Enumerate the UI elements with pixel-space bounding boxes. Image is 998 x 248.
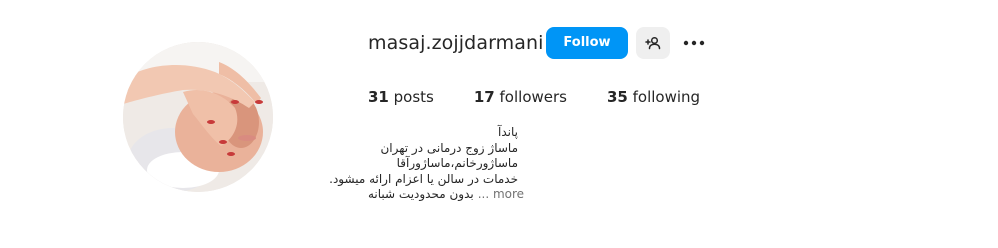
- posts-label: posts: [393, 88, 434, 106]
- bio-line: بدون محدودیت شبانه: [368, 187, 474, 202]
- following-count: 35: [606, 88, 628, 106]
- more-options-icon: [683, 40, 705, 46]
- bio-line: پاندآ: [498, 125, 518, 139]
- followers-label: followers: [499, 88, 567, 106]
- profile-header: masaj.zojjdarmani Follow 31 posts 17 fol…: [0, 0, 998, 248]
- bio: پاندآ ماساژ زوج درمانی در تهران ماساژورخ…: [329, 125, 524, 203]
- follow-button[interactable]: Follow: [546, 27, 628, 59]
- posts-stat: 31 posts: [368, 87, 434, 107]
- followers-count: 17: [473, 88, 495, 106]
- add-person-icon: [645, 36, 661, 50]
- profile-stats: 31 posts 17 followers 35 following: [368, 87, 700, 107]
- username: masaj.zojjdarmani: [368, 32, 544, 54]
- bio-last-line: بدون محدودیت شبانه ... more: [368, 187, 524, 203]
- suggested-accounts-button[interactable]: [636, 27, 670, 59]
- bio-line: ماساژورخانم،ماساژورآقا: [396, 156, 518, 171]
- following-label: following: [632, 88, 701, 106]
- bio-line: خدمات در سالن یا اعزام ارائه میشود.: [329, 171, 518, 186]
- more-options-button[interactable]: [681, 32, 707, 54]
- more-link[interactable]: ... more: [478, 187, 524, 201]
- following-stat[interactable]: 35 following: [607, 87, 700, 107]
- posts-count: 31: [368, 88, 389, 106]
- avatar[interactable]: [123, 42, 273, 192]
- bio-line: ماساژ زوج درمانی در تهران: [380, 140, 518, 155]
- followers-stat[interactable]: 17 followers: [474, 87, 567, 107]
- avatar-image: [123, 42, 273, 192]
